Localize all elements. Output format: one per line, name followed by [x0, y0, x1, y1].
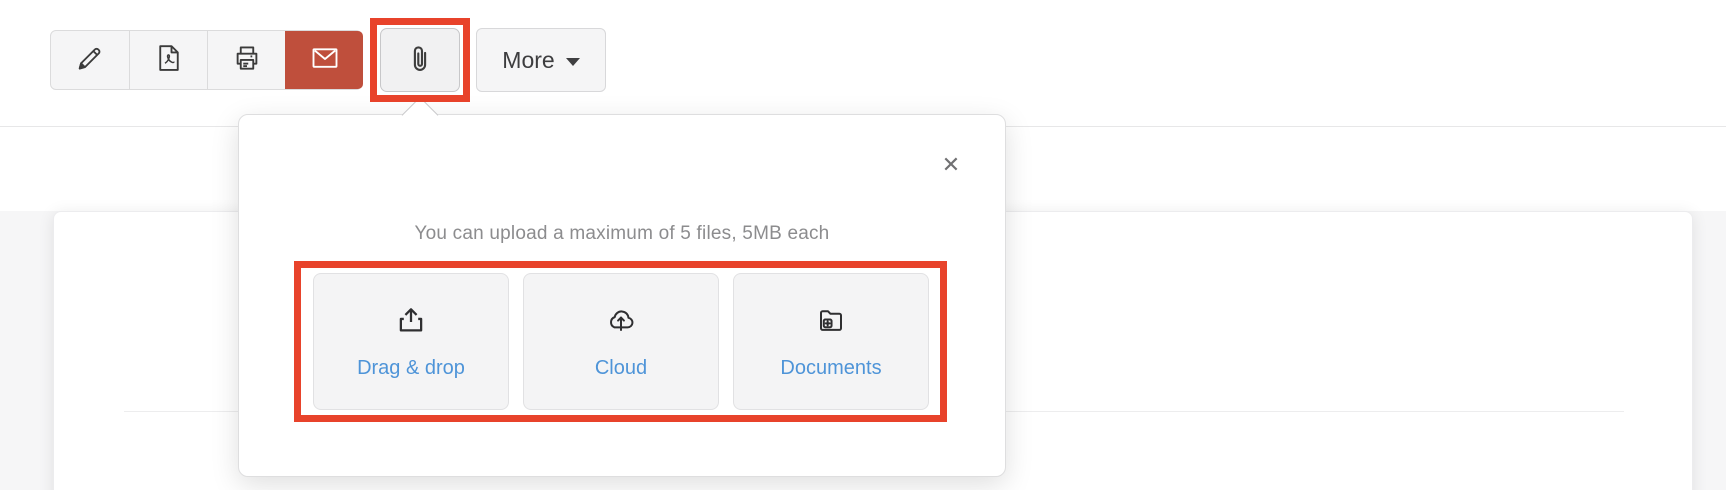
export-pdf-button[interactable] [129, 31, 207, 89]
upload-option-label: Documents [780, 357, 881, 380]
folder-plus-icon [815, 304, 847, 341]
close-popover-button[interactable]: ✕ [937, 151, 965, 179]
caret-down-icon [566, 58, 580, 66]
upload-option-label: Cloud [595, 357, 647, 380]
more-button-label: More [502, 47, 554, 74]
print-icon [232, 43, 262, 78]
more-button[interactable]: More [476, 28, 606, 92]
page: More ✕ You can upload a maximum of 5 fil… [0, 0, 1726, 490]
close-icon: ✕ [942, 152, 960, 178]
attachment-icon [403, 41, 437, 80]
send-email-button[interactable] [285, 31, 363, 89]
attachment-button[interactable] [380, 28, 460, 92]
cloud-upload-icon [605, 304, 637, 341]
popover-arrow [402, 97, 439, 134]
upload-limit-message: You can upload a maximum of 5 files, 5MB… [239, 223, 1005, 245]
upload-options-row: Drag & drop Cloud [313, 273, 929, 410]
print-button[interactable] [207, 31, 285, 89]
pencil-icon [75, 43, 105, 78]
upload-option-cloud[interactable]: Cloud [523, 273, 719, 410]
attachment-upload-popover: ✕ You can upload a maximum of 5 files, 5… [238, 114, 1006, 477]
upload-option-drag-drop[interactable]: Drag & drop [313, 273, 509, 410]
upload-option-label: Drag & drop [357, 357, 465, 380]
toolbar-button-group [50, 30, 362, 90]
upload-option-documents[interactable]: Documents [733, 273, 929, 410]
pdf-icon [154, 43, 184, 78]
upload-icon [395, 304, 427, 341]
edit-button[interactable] [51, 31, 129, 89]
mail-icon [310, 43, 340, 78]
